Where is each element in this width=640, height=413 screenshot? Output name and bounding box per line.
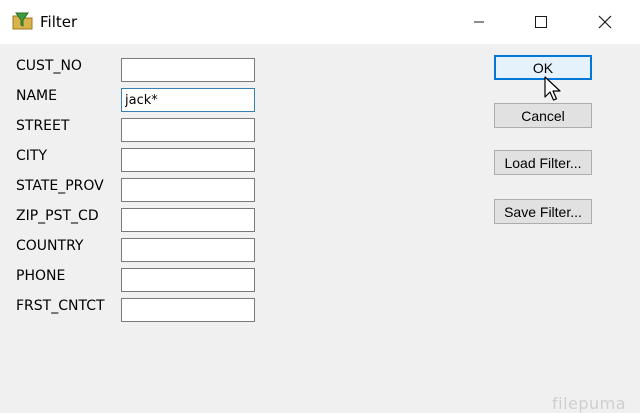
title-bar[interactable]: Filter [0, 0, 640, 44]
field-label-country: COUNTRY [16, 238, 84, 254]
save-filter-button[interactable]: Save Filter... [494, 199, 592, 224]
field-label-zip-pst-cd: ZIP_PST_CD [16, 208, 99, 224]
phone-input[interactable] [121, 268, 255, 292]
minimize-icon [474, 21, 484, 23]
frst-cntct-input[interactable] [121, 298, 255, 322]
load-filter-button[interactable]: Load Filter... [494, 150, 592, 175]
country-input[interactable] [121, 238, 255, 262]
cancel-button[interactable]: Cancel [494, 103, 592, 128]
street-input[interactable] [121, 118, 255, 142]
ok-button[interactable]: OK [494, 55, 592, 80]
close-button[interactable] [582, 0, 628, 44]
field-label-state-prov: STATE_PROV [16, 178, 104, 194]
maximize-button[interactable] [518, 0, 564, 44]
field-label-frst-cntct: FRST_CNTCT [16, 298, 105, 314]
watermark-text: filepuma [552, 394, 627, 413]
maximize-icon [535, 16, 547, 28]
city-input[interactable] [121, 148, 255, 172]
field-label-phone: PHONE [16, 268, 66, 284]
window-title: Filter [40, 13, 78, 31]
state-prov-input[interactable] [121, 178, 255, 202]
cust-no-input[interactable] [121, 58, 255, 82]
field-label-city: CITY [16, 148, 48, 164]
folder-funnel-icon [12, 12, 33, 30]
minimize-button[interactable] [456, 0, 502, 44]
field-label-street: STREET [16, 118, 70, 134]
close-icon [598, 15, 612, 29]
name-input[interactable] [121, 88, 255, 112]
zip-pst-cd-input[interactable] [121, 208, 255, 232]
mouse-pointer-icon [544, 76, 561, 101]
field-label-name: NAME [16, 88, 57, 104]
field-label-cust-no: CUST_NO [16, 58, 82, 74]
